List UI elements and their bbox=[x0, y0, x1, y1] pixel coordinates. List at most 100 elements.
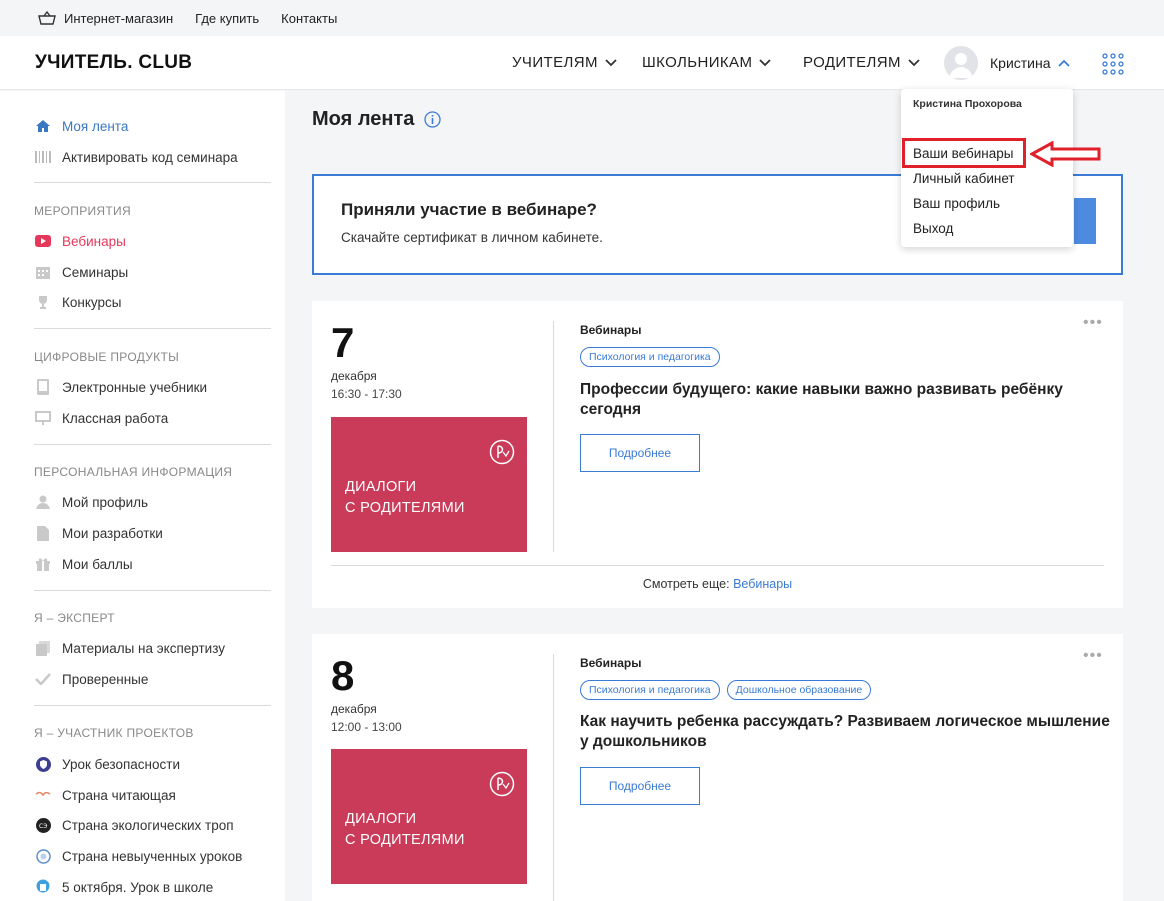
home-icon bbox=[34, 118, 52, 134]
sidebar-item-label: Классная работа bbox=[62, 410, 169, 426]
event-title[interactable]: Как научить ребенка рассуждать? Развивае… bbox=[580, 712, 1110, 752]
video-icon bbox=[34, 233, 52, 249]
banner-action-button[interactable] bbox=[1074, 198, 1096, 244]
globe-icon bbox=[34, 848, 52, 864]
nav-students[interactable]: ШКОЛЬНИКАМ bbox=[642, 54, 771, 71]
sidebar-item-seminars[interactable]: Семинары bbox=[34, 264, 128, 280]
sidebar-item-label: Электронные учебники bbox=[62, 379, 208, 395]
section-heading-personal: ПЕРСОНАЛЬНАЯ ИНФОРМАЦИЯ bbox=[34, 465, 233, 479]
event-month: декабря bbox=[331, 702, 377, 716]
banner-text: Скачайте сертификат в личном кабинете. bbox=[341, 230, 603, 245]
site-logo[interactable]: УЧИТЕЛЬ. CLUB bbox=[35, 52, 192, 74]
sidebar-item-checked[interactable]: Проверенные bbox=[34, 671, 148, 687]
sidebar-item-school-lesson[interactable]: 5 октября. Урок в школе bbox=[34, 879, 213, 895]
tag-list: Психология и педагогика bbox=[580, 347, 727, 367]
tablet-icon bbox=[34, 379, 52, 395]
copy-icon bbox=[34, 640, 52, 656]
sidebar-item-my-profile[interactable]: Мой профиль bbox=[34, 494, 148, 510]
shop-link[interactable]: Интернет-магазин bbox=[38, 10, 173, 26]
contacts-label: Контакты bbox=[281, 10, 338, 26]
sidebar-item-my-points[interactable]: Мои баллы bbox=[34, 556, 133, 572]
sidebar-item-label: Вебинары bbox=[62, 233, 126, 249]
tag-list: Психология и педагогика Дошкольное образ… bbox=[580, 680, 878, 700]
menu-item-your-profile[interactable]: Ваш профиль bbox=[913, 196, 1000, 211]
details-button[interactable]: Подробнее bbox=[580, 434, 700, 472]
sidebar-item-label: Конкурсы bbox=[62, 294, 122, 310]
calendar-icon bbox=[34, 264, 52, 280]
sidebar-item-eco-country[interactable]: CЭ Страна экологических троп bbox=[34, 817, 234, 833]
poster-line: ДИАЛОГИ bbox=[345, 479, 417, 495]
divider bbox=[34, 182, 271, 183]
nav-teachers[interactable]: УЧИТЕЛЯМ bbox=[512, 54, 617, 71]
sidebar-item-label: Страна экологических троп bbox=[62, 817, 234, 833]
poster-line: С РОДИТЕЛЯМИ bbox=[345, 832, 465, 848]
poster-text: ДИАЛОГИ С РОДИТЕЛЯМИ bbox=[345, 809, 465, 851]
sidebar-item-my-feed[interactable]: Моя лента bbox=[34, 118, 128, 134]
tag[interactable]: Психология и педагогика bbox=[580, 347, 720, 367]
sidebar-item-reading-country[interactable]: Страна читающая bbox=[34, 787, 176, 803]
basket-icon bbox=[38, 10, 56, 25]
menu-item-personal-account[interactable]: Личный кабинет bbox=[913, 171, 1015, 186]
more-options-icon[interactable]: ••• bbox=[1083, 647, 1103, 665]
apps-grid-icon[interactable] bbox=[1102, 53, 1124, 75]
event-month: декабря bbox=[331, 369, 377, 383]
where-to-buy-link[interactable]: Где купить bbox=[195, 11, 259, 26]
sidebar-item-materials-review[interactable]: Материалы на экспертизу bbox=[34, 640, 225, 656]
user-menu-toggle[interactable]: Кристина bbox=[990, 55, 1070, 71]
check-icon bbox=[34, 671, 52, 687]
nav-teachers-label: УЧИТЕЛЯМ bbox=[512, 54, 598, 71]
sidebar-item-contests[interactable]: Конкурсы bbox=[34, 294, 121, 310]
sidebar-item-webinars[interactable]: Вебинары bbox=[34, 233, 126, 249]
sidebar-item-classwork[interactable]: Классная работа bbox=[34, 410, 168, 426]
sidebar-item-unlearned-country[interactable]: Страна невыученных уроков bbox=[34, 848, 242, 864]
poster-text: ДИАЛОГИ С РОДИТЕЛЯМИ bbox=[345, 477, 465, 519]
webinar-card: 7 декабря 16:30 - 17:30 ДИАЛОГИ С РОДИТЕ… bbox=[312, 301, 1123, 608]
school-icon bbox=[34, 879, 52, 895]
sidebar-item-activate-code[interactable]: Активировать код семинара bbox=[34, 149, 238, 165]
webinar-card: 8 декабря 12:00 - 13:00 ДИАЛОГИ С РОДИТЕ… bbox=[312, 634, 1123, 901]
section-heading-digital: ЦИФРОВЫЕ ПРОДУКТЫ bbox=[34, 350, 180, 364]
sidebar-item-label: Мои разработки bbox=[62, 525, 163, 541]
webinar-poster[interactable]: ДИАЛОГИ С РОДИТЕЛЯМИ bbox=[331, 417, 527, 552]
contacts-link[interactable]: Контакты bbox=[281, 11, 337, 26]
divider bbox=[34, 705, 271, 706]
webinar-poster[interactable]: ДИАЛОГИ С РОДИТЕЛЯМИ bbox=[331, 749, 527, 884]
user-icon bbox=[34, 494, 52, 510]
event-time: 12:00 - 13:00 bbox=[331, 720, 402, 734]
dialogi-logo-icon bbox=[489, 439, 515, 465]
event-title[interactable]: Профессии будущего: какие навыки важно р… bbox=[580, 380, 1110, 420]
event-day: 7 bbox=[331, 319, 355, 366]
menu-item-logout[interactable]: Выход bbox=[913, 221, 953, 236]
see-more-prefix: Смотреть еще: bbox=[642, 577, 730, 591]
sidebar-item-ebooks[interactable]: Электронные учебники bbox=[34, 379, 207, 395]
banner-title: Приняли участие в вебинаре? bbox=[341, 200, 597, 219]
sidebar-item-my-works[interactable]: Мои разработки bbox=[34, 525, 163, 541]
arrow-left-icon bbox=[1030, 141, 1101, 167]
poster-line: С РОДИТЕЛЯМИ bbox=[345, 500, 465, 516]
info-icon[interactable] bbox=[424, 111, 442, 128]
more-options-icon[interactable]: ••• bbox=[1083, 314, 1103, 332]
tag[interactable]: Психология и педагогика bbox=[580, 680, 720, 700]
where-to-buy-label: Где купить bbox=[195, 10, 260, 26]
sidebar-item-label: Мой профиль bbox=[62, 494, 149, 510]
section-heading-projects: Я – УЧАСТНИК ПРОЕКТОВ bbox=[34, 726, 194, 740]
sidebar-item-safety-lesson[interactable]: Урок безопасности bbox=[34, 756, 180, 772]
event-category: Вебинары bbox=[580, 323, 642, 337]
nav-parents[interactable]: РОДИТЕЛЯМ bbox=[803, 54, 920, 71]
user-name-label: Кристина bbox=[990, 55, 1051, 71]
sidebar-item-label: Семинары bbox=[62, 264, 129, 280]
sidebar-item-label: Страна читающая bbox=[62, 787, 176, 803]
chevron-down-icon bbox=[759, 58, 771, 66]
divider bbox=[331, 565, 1104, 566]
see-more-link[interactable]: Вебинары bbox=[733, 577, 792, 591]
document-icon bbox=[34, 525, 52, 541]
nav-students-label: ШКОЛЬНИКАМ bbox=[642, 54, 753, 71]
tag[interactable]: Дошкольное образование bbox=[726, 680, 872, 700]
details-button[interactable]: Подробнее bbox=[580, 767, 700, 805]
avatar[interactable] bbox=[944, 46, 978, 80]
event-category: Вебинары bbox=[580, 656, 642, 670]
sidebar-item-label: Мои баллы bbox=[62, 556, 133, 572]
sidebar-item-label: Урок безопасности bbox=[62, 756, 180, 772]
eco-icon: CЭ bbox=[34, 817, 52, 833]
divider bbox=[553, 654, 554, 901]
